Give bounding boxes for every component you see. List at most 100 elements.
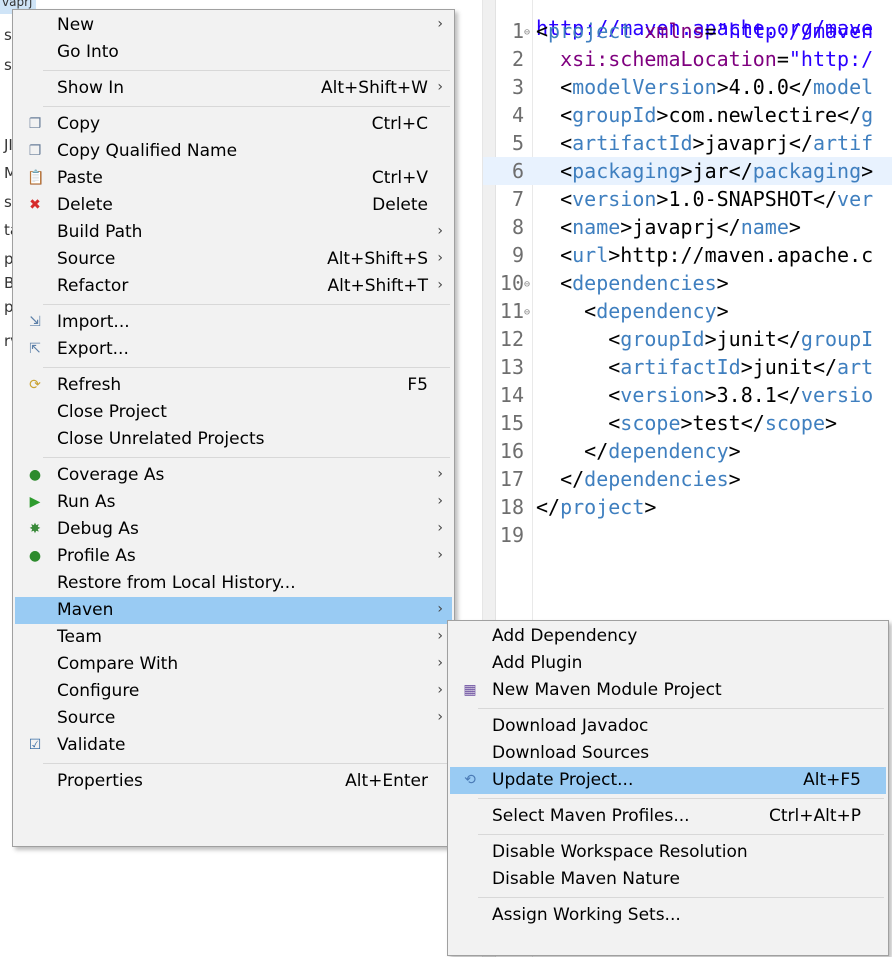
context-menu-item-paste[interactable]: 📋 Paste Ctrl+V	[15, 165, 452, 192]
context-menu-item-close-unrelated-projects[interactable]: Close Unrelated Projects	[15, 426, 452, 453]
fold-toggle-icon[interactable]: ⊖	[524, 271, 530, 299]
context-menu-item-source[interactable]: Source ›	[15, 705, 452, 732]
context-menu-item-team[interactable]: Team ›	[15, 624, 452, 651]
code-text: </dependency>	[536, 437, 741, 465]
code-token: =	[704, 19, 717, 43]
context-menu-item-build-path[interactable]: Build Path ›	[15, 219, 452, 246]
context-menu: New › Go Into Show In Alt+Shift+W › ❐ Copy Ctrl+…	[12, 9, 455, 847]
line-number: 4	[511, 103, 524, 127]
code-text: </dependencies>	[536, 465, 741, 493]
context-menu-item-refactor[interactable]: Refactor Alt+Shift+T ›	[15, 273, 452, 300]
code-token: name	[740, 215, 789, 239]
fold-toggle-icon[interactable]: ⊖	[524, 19, 530, 47]
maven-menu-item-download-sources[interactable]: Download Sources	[450, 740, 886, 767]
code-line[interactable]: 11 ⊖ <dependency>	[483, 297, 892, 325]
line-number: 1	[511, 19, 524, 43]
code-line[interactable]: 17 </dependencies>	[483, 465, 892, 493]
context-menu-item-configure[interactable]: Configure ›	[15, 678, 452, 705]
context-menu-item-import[interactable]: ⇲ Import...	[15, 309, 452, 336]
code-line[interactable]: 4 <groupId>com.newlectire</g	[483, 101, 892, 129]
context-menu-item-restore-from-local-history[interactable]: Restore from Local History...	[15, 570, 452, 597]
context-menu-item-coverage-as[interactable]: ● Coverage As ›	[15, 462, 452, 489]
menu-separator	[478, 834, 884, 835]
code-line[interactable]: 12 <groupId>junit</groupI	[483, 325, 892, 353]
context-menu-item-profile-as[interactable]: ● Profile As ›	[15, 543, 452, 570]
context-menu-item-refresh[interactable]: ⟳ Refresh F5	[15, 372, 452, 399]
code-token: g	[861, 103, 874, 127]
maven-menu-item-disable-maven-nature[interactable]: Disable Maven Nature	[450, 866, 886, 893]
code-token: dependencies	[584, 467, 729, 491]
code-token: packaging	[752, 159, 862, 183]
context-menu-item-source[interactable]: Source Alt+Shift+S ›	[15, 246, 452, 273]
menu-item-label: Copy	[57, 114, 101, 134]
line-number: 5	[511, 131, 524, 155]
context-menu-item-compare-with[interactable]: Compare With ›	[15, 651, 452, 678]
code-line[interactable]: 16 </dependency>	[483, 437, 892, 465]
maven-menu-item-disable-workspace-resolution[interactable]: Disable Workspace Resolution	[450, 839, 886, 866]
line-number: 6	[511, 159, 524, 183]
code-line[interactable]: 2 xsi:schemaLocation="http:/	[483, 45, 892, 73]
explorer-item-stub[interactable]: s	[4, 26, 12, 44]
maven-menu-item-add-dependency[interactable]: Add Dependency	[450, 623, 886, 650]
context-menu-item-delete[interactable]: ✖ Delete Delete	[15, 192, 452, 219]
code-token: dependencies	[572, 271, 717, 295]
code-line[interactable]: 14 <version>3.8.1</versio	[483, 381, 892, 409]
maven-menu-item-assign-working-sets[interactable]: Assign Working Sets...	[450, 902, 886, 929]
maven-menu-item-download-javadoc[interactable]: Download Javadoc	[450, 713, 886, 740]
code-token: model	[812, 75, 874, 99]
code-line[interactable]: 6 <packaging>jar</packaging>	[483, 157, 892, 185]
code-line[interactable]: 15 <scope>test</scope>	[483, 409, 892, 437]
code-text: </project>	[536, 493, 656, 521]
code-token: <	[536, 215, 573, 239]
context-menu-item-go-into[interactable]: Go Into	[15, 39, 452, 66]
menu-item-label: New Maven Module Project	[492, 680, 722, 700]
maven-menu-item-update-project[interactable]: ⟲ Update Project... Alt+F5	[450, 767, 886, 794]
context-menu-item-close-project[interactable]: Close Project	[15, 399, 452, 426]
code-line[interactable]: 3 <modelVersion>4.0.0</model	[483, 73, 892, 101]
code-line[interactable]: 13 <artifactId>junit</art	[483, 353, 892, 381]
context-menu-item-new[interactable]: New ›	[15, 12, 452, 39]
code-line[interactable]: 9 <url>http://maven.apache.c	[483, 241, 892, 269]
line-number: 9	[511, 243, 524, 267]
code-line[interactable]: 10 ⊖ <dependencies>	[483, 269, 892, 297]
context-menu-item-properties[interactable]: Properties Alt+Enter	[15, 768, 452, 795]
code-token: artifactId	[572, 131, 693, 155]
maven-menu-item-select-maven-profiles[interactable]: Select Maven Profiles... Ctrl+Alt+P	[450, 803, 886, 830]
line-number: 15	[499, 411, 524, 435]
maven-menu-item-add-plugin[interactable]: Add Plugin	[450, 650, 886, 677]
menu-item-shortcut: Alt+Shift+T	[327, 276, 428, 296]
code-token: >junit</	[740, 355, 838, 379]
code-token: >jar</	[680, 159, 753, 183]
code-token: <	[536, 243, 573, 267]
context-menu-item-export[interactable]: ⇱ Export...	[15, 336, 452, 363]
explorer-item-stub[interactable]: s	[4, 193, 12, 211]
context-menu-item-show-in[interactable]: Show In Alt+Shift+W ›	[15, 75, 452, 102]
fold-toggle-icon[interactable]: ⊖	[524, 299, 530, 327]
line-number: 18	[499, 495, 524, 519]
code-token: packaging	[572, 159, 681, 183]
code-text: <dependency>	[536, 297, 729, 325]
maven-menu-item-new-maven-module-project[interactable]: ▦ New Maven Module Project	[450, 677, 886, 704]
code-line[interactable]: 8 <name>javaprj</name>	[483, 213, 892, 241]
context-menu-item-run-as[interactable]: ▶ Run As ›	[15, 489, 452, 516]
code-line[interactable]: 1 ⊖ <project xmlns="http://maven	[483, 17, 892, 45]
chevron-right-icon: ›	[437, 655, 443, 671]
code-token: >	[716, 299, 729, 323]
code-line[interactable]: 19	[483, 521, 892, 549]
context-menu-item-copy[interactable]: ❐ Copy Ctrl+C	[15, 111, 452, 138]
context-menu-item-debug-as[interactable]: ✸ Debug As ›	[15, 516, 452, 543]
context-menu-item-maven[interactable]: Maven ›	[15, 597, 452, 624]
code-line[interactable]: 18 </project>	[483, 493, 892, 521]
context-menu-item-copy-qualified-name[interactable]: ❐ Copy Qualified Name	[15, 138, 452, 165]
explorer-item-stub[interactable]: s	[4, 56, 12, 74]
menu-item-label: Compare With	[57, 654, 179, 674]
context-menu-item-validate[interactable]: ☑ Validate	[15, 732, 452, 759]
menu-item-label: Validate	[57, 735, 126, 755]
code-text: <groupId>junit</groupI	[536, 325, 873, 353]
menu-item-shortcut: Alt+Shift+W	[321, 78, 428, 98]
code-token: <	[536, 299, 597, 323]
refresh-icon: ⟳	[29, 377, 41, 393]
code-line[interactable]: 5 <artifactId>javaprj</artif	[483, 129, 892, 157]
code-line[interactable]: 7 <version>1.0-SNAPSHOT</ver	[483, 185, 892, 213]
code-token: >javaprj</	[692, 131, 813, 155]
